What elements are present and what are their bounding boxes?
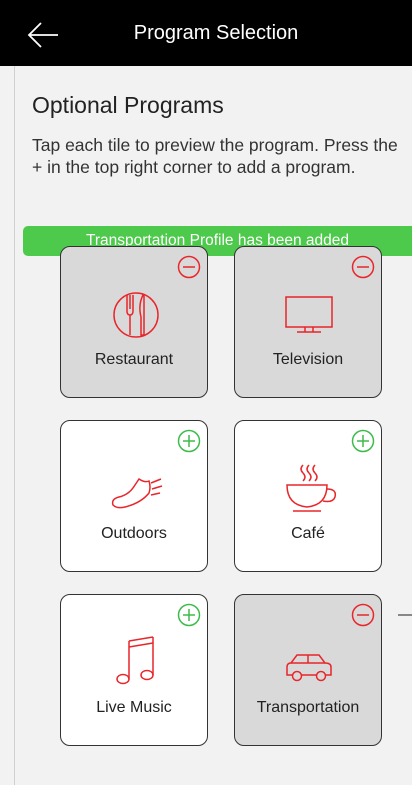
add-button[interactable] [177, 429, 201, 453]
tile-label: Café [291, 525, 325, 542]
minus-icon [351, 603, 375, 627]
minus-icon [177, 255, 201, 279]
tile-label: Restaurant [94, 351, 174, 368]
add-button[interactable] [177, 603, 201, 627]
tile-label: Transportation [256, 699, 360, 716]
tile-cafe[interactable]: Café [234, 420, 382, 572]
car-icon [286, 654, 332, 682]
shoe-icon [111, 477, 163, 509]
tile-restaurant[interactable]: Restaurant [60, 246, 208, 398]
minus-icon [351, 255, 375, 279]
add-button[interactable] [351, 429, 375, 453]
page-title: Program Selection [133, 22, 299, 44]
plus-icon [177, 603, 201, 627]
tile-outdoors[interactable]: Outdoors [60, 420, 208, 572]
tile-label: Outdoors [101, 525, 167, 542]
tile-television[interactable]: Television [234, 246, 382, 398]
annotation-connector [398, 614, 412, 616]
remove-button[interactable] [351, 603, 375, 627]
remove-button[interactable] [351, 255, 375, 279]
tile-label: Live Music [96, 699, 172, 716]
plus-icon [177, 429, 201, 453]
tile-live-music[interactable]: Live Music [60, 594, 208, 746]
remove-button[interactable] [177, 255, 201, 279]
music-note-icon [116, 636, 154, 685]
plate-cutlery-icon [113, 292, 159, 338]
left-guide-line [14, 66, 15, 785]
tile-label: Television [272, 351, 344, 368]
top-app-bar: Program Selection [0, 0, 412, 66]
plus-icon [351, 429, 375, 453]
section-heading: Optional Programs [32, 92, 224, 118]
section-description: Tap each tile to preview the program. Pr… [32, 135, 398, 177]
tv-icon [285, 296, 333, 333]
coffee-cup-icon [286, 464, 337, 512]
tile-transportation[interactable]: Transportation [234, 594, 382, 746]
